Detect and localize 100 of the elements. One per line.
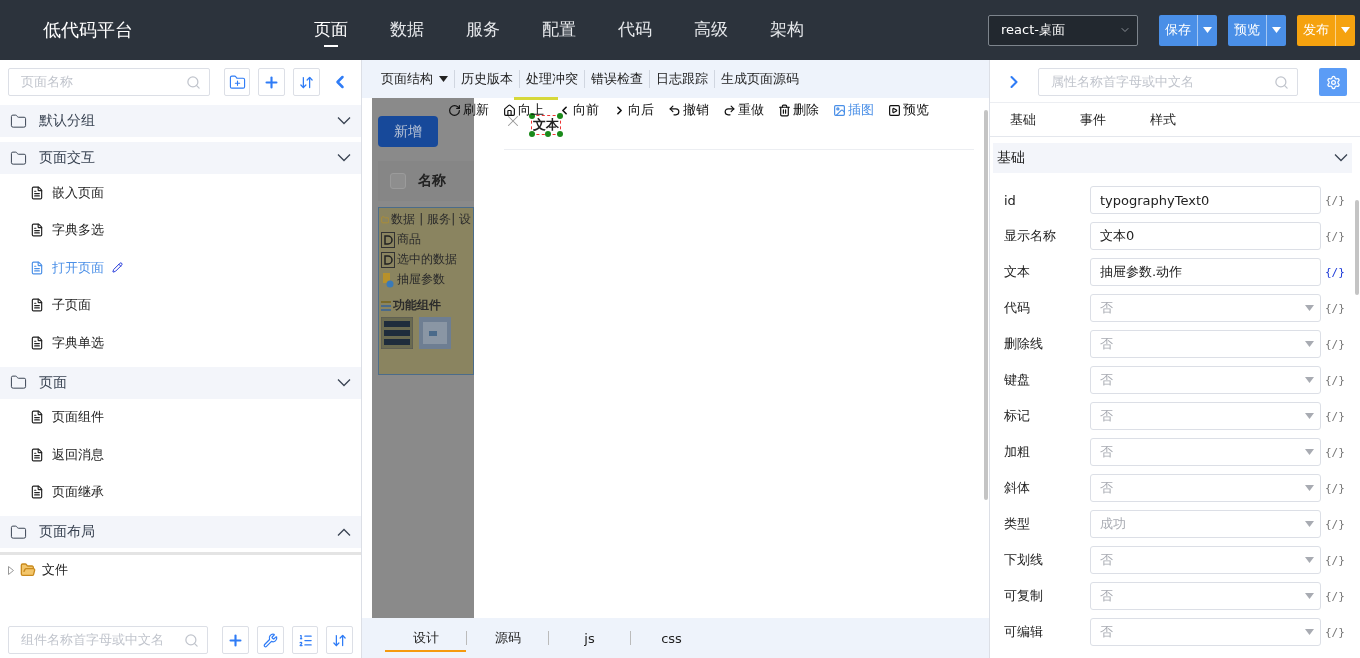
editor-tab[interactable]: css xyxy=(631,625,712,651)
toolbar-button[interactable]: 向后 xyxy=(613,101,654,119)
binding-toggle[interactable]: {/} xyxy=(1325,625,1345,639)
folder-icon xyxy=(10,112,27,130)
caret-icon xyxy=(439,76,448,82)
sort-button[interactable] xyxy=(293,68,321,96)
section-header[interactable]: 基础 xyxy=(993,143,1352,173)
scrollbar[interactable] xyxy=(1355,200,1359,295)
page-item[interactable]: 页面继承 xyxy=(0,473,361,511)
editor-tab[interactable]: 源码 xyxy=(467,624,548,652)
wrench-button[interactable] xyxy=(257,626,284,654)
page-icon xyxy=(30,447,44,462)
input-field[interactable]: 抽屉参数.动作 xyxy=(1090,258,1321,286)
scrollbar[interactable] xyxy=(984,110,988,500)
toolbar-button[interactable]: 预览 xyxy=(888,101,929,119)
nav-tab[interactable]: 代码 xyxy=(597,9,673,51)
add-button[interactable] xyxy=(222,626,249,654)
pencil-icon xyxy=(112,262,123,274)
sort-icon xyxy=(332,632,348,648)
caret-icon xyxy=(1305,413,1314,419)
plus-icon xyxy=(263,73,281,91)
toolbar-link[interactable]: 生成页面源码 xyxy=(714,70,805,88)
section-title: 功能组件 xyxy=(393,297,441,314)
page-item[interactable]: 返回消息 xyxy=(0,436,361,474)
nav-tab[interactable]: 数据 xyxy=(369,9,445,51)
page-icon xyxy=(30,223,44,238)
nav-tab[interactable]: 页面 xyxy=(293,9,369,51)
form-thumbnail[interactable] xyxy=(419,317,451,349)
nav-tab[interactable]: 配置 xyxy=(521,9,597,51)
target-select[interactable]: react-桌面 xyxy=(988,14,1138,46)
group-header[interactable]: 默认分组 xyxy=(0,105,361,137)
toolbar-link[interactable]: 历史版本 xyxy=(454,70,519,88)
binding-toggle[interactable]: {/} xyxy=(1325,481,1345,495)
group-header[interactable]: 页面 xyxy=(0,366,361,399)
binding-toggle[interactable]: {/} xyxy=(1325,373,1345,387)
binding-toggle[interactable]: {/} xyxy=(1325,337,1345,351)
nav-tab[interactable]: 高级 xyxy=(673,9,749,51)
add-button[interactable]: 新增 xyxy=(378,116,438,147)
page-item[interactable]: 打开页面 xyxy=(0,249,361,287)
binding-toggle[interactable]: {/} xyxy=(1325,553,1345,567)
tree-item[interactable]: 文件 xyxy=(8,561,353,579)
field-label: 可编辑 xyxy=(1004,623,1044,641)
sort-button[interactable] xyxy=(326,626,354,654)
field-label: id xyxy=(1004,192,1017,208)
page-item[interactable]: 页面组件 xyxy=(0,398,361,436)
selected-text-component[interactable]: 文本 xyxy=(532,116,560,134)
dropdown-menu[interactable]: 页面结构 xyxy=(375,70,454,88)
field-label: 斜体 xyxy=(1004,479,1031,497)
binding-toggle[interactable]: {/} xyxy=(1325,229,1345,243)
property-tab[interactable]: 样式 xyxy=(1150,110,1220,129)
list-thumbnail[interactable] xyxy=(381,317,413,349)
nav-tab[interactable]: 服务 xyxy=(445,9,521,51)
add-button[interactable] xyxy=(258,68,286,96)
page-icon xyxy=(30,185,44,200)
panel-item[interactable]: 选中的数据 xyxy=(381,251,471,268)
page-item[interactable]: 嵌入页面 xyxy=(0,174,361,212)
folder-icon xyxy=(10,149,27,167)
page-item[interactable]: 子页面 xyxy=(0,286,361,324)
binding-toggle[interactable]: {/} xyxy=(1325,301,1345,315)
group-header[interactable]: 页面交互 xyxy=(0,142,361,174)
panel-item[interactable]: 抽屉参数 xyxy=(381,271,471,288)
binding-toggle[interactable]: {/} xyxy=(1325,409,1345,423)
binding-toggle[interactable]: {/} xyxy=(1325,193,1345,207)
nav-tab[interactable]: 架构 xyxy=(749,9,825,51)
page-icon xyxy=(30,298,44,313)
property-tab[interactable]: 基础 xyxy=(1010,110,1080,129)
toolbar-link[interactable]: 处理冲突 xyxy=(519,70,584,88)
stack-icon xyxy=(381,299,391,312)
toolbar-button[interactable]: 向前 xyxy=(558,101,599,119)
binding-toggle[interactable]: {/} xyxy=(1325,589,1345,603)
toolbar-button[interactable]: 撤销 xyxy=(668,101,709,119)
settings-button[interactable] xyxy=(1319,68,1347,96)
binding-toggle[interactable]: {/} xyxy=(1325,517,1345,531)
binding-toggle[interactable]: {/} xyxy=(1325,445,1345,459)
group-header[interactable]: 页面布局 xyxy=(0,516,361,548)
add-folder-button[interactable] xyxy=(223,68,251,96)
play-square-icon xyxy=(888,103,901,117)
toolbar-link[interactable]: 错误检查 xyxy=(584,70,649,88)
field-label: 可复制 xyxy=(1004,587,1044,605)
list-button[interactable] xyxy=(291,626,319,654)
editor-tab[interactable]: 设计 xyxy=(385,624,466,652)
toolbar-button[interactable]: 插图 xyxy=(833,101,874,119)
caret-icon xyxy=(1305,557,1314,563)
binding-toggle[interactable]: {/} xyxy=(1325,265,1345,279)
parameter-icon xyxy=(381,271,395,288)
property-tab[interactable]: 事件 xyxy=(1080,110,1150,129)
editor-tab[interactable]: js xyxy=(549,625,630,651)
toolbar-link[interactable]: 日志跟踪 xyxy=(649,70,714,88)
caret-icon xyxy=(1203,27,1212,33)
undo-icon xyxy=(668,103,681,117)
toolbar-button[interactable]: 重做 xyxy=(723,101,764,119)
panel-item[interactable]: 商品 xyxy=(381,231,471,248)
input-field[interactable]: typographyText0 xyxy=(1090,186,1321,214)
input-field[interactable]: 文本0 xyxy=(1090,222,1321,250)
caret-icon xyxy=(1305,485,1314,491)
toolbar-button[interactable]: 向上 xyxy=(503,101,544,119)
caret-icon xyxy=(1305,521,1314,527)
toolbar-button[interactable]: 删除 xyxy=(778,101,819,119)
page-item[interactable]: 字典多选 xyxy=(0,211,361,249)
page-item[interactable]: 字典单选 xyxy=(0,324,361,362)
